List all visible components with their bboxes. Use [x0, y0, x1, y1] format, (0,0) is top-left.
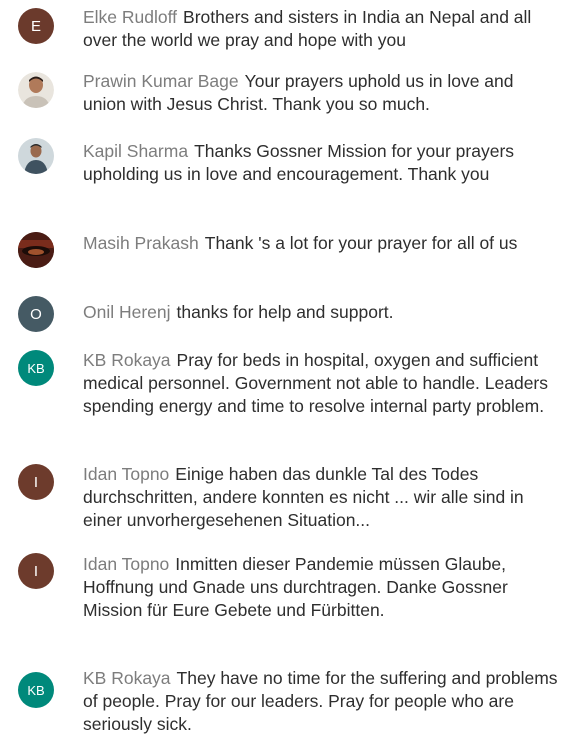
comment-body: Thank 's a lot for your prayer for all o… — [204, 233, 518, 253]
avatar[interactable] — [18, 138, 54, 174]
avatar-letter: KB — [27, 682, 45, 698]
avatar-letter: E — [30, 17, 41, 35]
comment-author[interactable]: Idan Topno — [83, 554, 169, 574]
comment-body: thanks for help and support. — [176, 302, 394, 322]
comment-text: Kapil Sharma Thanks Gossner Mission for y… — [83, 140, 561, 186]
comment-author[interactable]: KB Rokaya — [83, 350, 171, 370]
comment-text: Prawin Kumar Bage Your prayers uphold us … — [83, 70, 561, 116]
comment-text: Idan Topno Einige haben das dunkle Tal de… — [83, 463, 561, 532]
profile-photo-icon — [18, 232, 54, 268]
comment-author[interactable]: Prawin Kumar Bage — [83, 71, 239, 91]
avatar-letter: KB — [27, 360, 45, 376]
comment-text: Onil Herenj thanks for help and support. — [83, 301, 561, 324]
comment-feed: E Elke Rudloff Brothers and sisters in In… — [0, 0, 563, 741]
comment-author[interactable]: Elke Rudloff — [83, 7, 177, 27]
avatar[interactable]: KB — [18, 350, 54, 386]
avatar[interactable]: I — [18, 553, 54, 589]
avatar[interactable]: E — [18, 8, 54, 44]
profile-photo-icon — [18, 138, 54, 174]
comment-author[interactable]: Masih Prakash — [83, 233, 199, 253]
comment-author[interactable]: KB Rokaya — [83, 668, 171, 688]
comment-author[interactable]: Kapil Sharma — [83, 141, 188, 161]
comment-text: Elke Rudloff Brothers and sisters in Indi… — [83, 6, 561, 52]
comment-author[interactable]: Idan Topno — [83, 464, 169, 484]
avatar[interactable] — [18, 232, 54, 268]
avatar-letter: I — [33, 562, 39, 580]
avatar[interactable] — [18, 72, 54, 108]
comment-author[interactable]: Onil Herenj — [83, 302, 171, 322]
avatar[interactable]: I — [18, 464, 54, 500]
avatar[interactable]: KB — [18, 672, 54, 708]
avatar-letter: O — [30, 305, 42, 323]
profile-photo-icon — [18, 72, 54, 108]
comment-text: Idan Topno Inmitten dieser Pandemie müsse… — [83, 553, 561, 622]
comment-text: Masih Prakash Thank 's a lot for your pra… — [83, 232, 561, 255]
comment-text: KB Rokaya Pray for beds in hospital, oxyg… — [83, 349, 561, 418]
avatar[interactable]: O — [18, 296, 54, 332]
comment-text: KB Rokaya They have no time for the suffe… — [83, 667, 561, 736]
avatar-letter: I — [33, 473, 39, 491]
